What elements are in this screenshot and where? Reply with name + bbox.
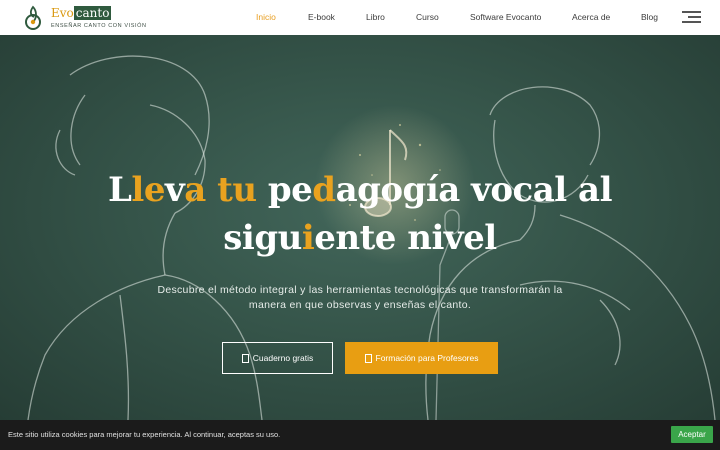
teacher-training-button[interactable]: Formación para Profesores (345, 342, 498, 374)
hero-section: Lleva tu pedagogía vocal al siguiente niv… (0, 35, 720, 420)
cookie-banner: Este sitio utiliza cookies para mejorar … (0, 420, 720, 450)
nav-item-acerca[interactable]: Acerca de (572, 12, 610, 22)
hamburger-menu-icon[interactable] (682, 11, 701, 24)
cookie-message: Este sitio utiliza cookies para mejorar … (8, 430, 281, 439)
hero-title-text: sigu (223, 218, 302, 258)
brand-name-part2: canto (73, 6, 112, 20)
hero-title: Lleva tu pedagogía vocal al siguiente niv… (60, 166, 660, 262)
hero-title-text: v (164, 170, 185, 210)
hero-title-text: L (108, 170, 132, 210)
graduation-icon (364, 353, 372, 363)
brand-name-part1: Evo (51, 6, 74, 20)
brand-name: Evo canto (51, 6, 112, 21)
nav-item-curso[interactable]: Curso (416, 12, 439, 22)
teacher-training-button-label: Formación para Profesores (375, 353, 479, 363)
brand-tagline: ENSEÑAR CANTO CON VISIÓN (51, 23, 147, 29)
nav-item-ebook[interactable]: E-book (308, 12, 335, 22)
nav-item-blog[interactable]: Blog (641, 12, 658, 22)
treble-clef-logo-icon (25, 5, 41, 30)
hero-title-highlight: d (312, 170, 336, 210)
hero-title-highlight: a (184, 170, 206, 210)
hero-title-highlight: le (131, 170, 165, 210)
accept-cookies-button[interactable]: Aceptar (671, 426, 713, 443)
brand-logo[interactable]: Evo canto ENSEÑAR CANTO CON VISIÓN (24, 5, 154, 31)
hero-title-highlight: tu (217, 170, 257, 210)
hero-title-text: ente nivel (314, 218, 497, 258)
hero-title-text (206, 170, 217, 210)
free-workbook-button-label: Cuaderno gratis (252, 353, 314, 363)
hero-title-highlight: i (301, 218, 315, 258)
free-workbook-button[interactable]: Cuaderno gratis (222, 342, 333, 374)
book-icon (241, 353, 249, 363)
nav-item-libro[interactable]: Libro (366, 12, 385, 22)
hero-subtitle: Descubre el método integral y las herram… (157, 284, 563, 311)
hero-title-text: pe (256, 170, 313, 210)
site-header: Evo canto ENSEÑAR CANTO CON VISIÓN Inicio… (0, 0, 720, 35)
hero-title-text: agogía vocal al (335, 170, 613, 210)
nav-item-software[interactable]: Software Evocanto (470, 12, 541, 22)
nav-item-inicio[interactable]: Inicio (256, 12, 276, 22)
